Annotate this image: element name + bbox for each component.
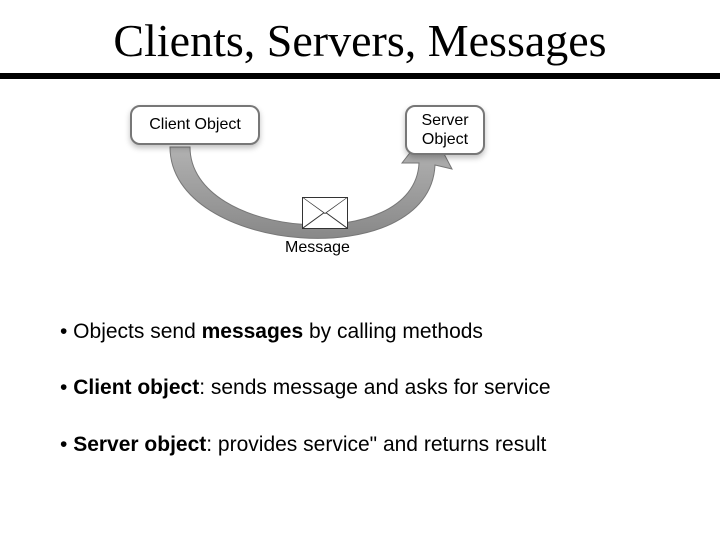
bullet-3: • Server object: provides service" and r… [60, 431, 660, 459]
bullet-list: • Objects send messages by calling metho… [60, 318, 660, 487]
server-object-node: Server Object [405, 105, 485, 155]
bullet-2-suffix: : sends message and asks for service [199, 376, 550, 399]
bullet-3-bold: Server object [73, 433, 206, 456]
bullet-3-suffix: : provides service" and returns result [206, 433, 546, 456]
bullet-1-prefix: • Objects send [60, 320, 202, 343]
bullet-3-prefix: • [60, 433, 73, 456]
bullet-2-bold: Client object [73, 376, 199, 399]
envelope-icon [302, 197, 348, 229]
client-object-label: Client Object [149, 115, 241, 134]
diagram: Client Object Server Object Message [130, 105, 510, 280]
bullet-2: • Client object: sends message and asks … [60, 374, 660, 402]
bullet-1: • Objects send messages by calling metho… [60, 318, 660, 346]
bullet-2-prefix: • [60, 376, 73, 399]
client-object-node: Client Object [130, 105, 260, 145]
title-underline [0, 73, 720, 79]
bullet-1-bold: messages [202, 320, 304, 343]
envelope-lines [303, 198, 347, 228]
server-object-label-line2: Object [422, 131, 468, 148]
slide: Clients, Servers, Messages Client Object… [0, 0, 720, 540]
server-object-label-line1: Server [421, 112, 468, 129]
message-label: Message [285, 239, 350, 257]
bullet-1-suffix: by calling methods [303, 320, 483, 343]
slide-title: Clients, Servers, Messages [0, 0, 720, 73]
